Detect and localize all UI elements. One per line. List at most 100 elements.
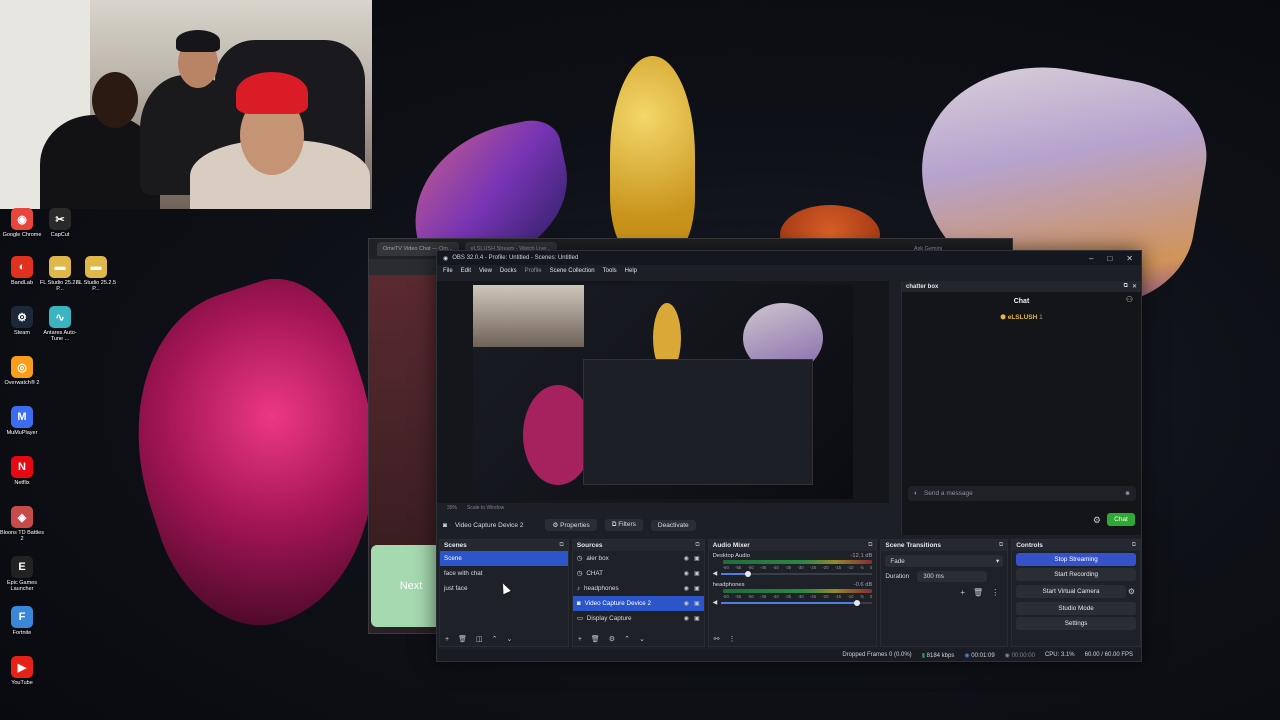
volume-track[interactable] — [721, 599, 873, 606]
move-down-icon[interactable]: ⌄ — [506, 635, 512, 643]
dock-float-icon[interactable]: ⧉ — [999, 542, 1003, 549]
overwatch-icon: ◎ — [11, 356, 33, 378]
close-icon[interactable]: ✕ — [1126, 254, 1133, 263]
dock-float-icon[interactable]: ⧉ — [1124, 283, 1128, 290]
menu-profile[interactable]: Profile — [525, 268, 542, 274]
preview-scale[interactable]: Scale to Window — [467, 505, 504, 511]
chat-points-icon[interactable]: ◐ — [914, 490, 918, 497]
menu-help[interactable]: Help — [625, 268, 637, 274]
source-item[interactable]: ◷ CHAT ◉ ▣ — [573, 566, 704, 581]
scene-item[interactable]: Scene — [440, 551, 568, 566]
maximize-icon[interactable]: □ — [1107, 254, 1112, 263]
chat-message-input[interactable]: ◐ Send a message ☻ — [908, 486, 1136, 501]
volume-slider[interactable]: ◀ — [709, 570, 877, 577]
transition-select[interactable]: Fade ▾ — [885, 555, 1004, 567]
add-icon[interactable]: + — [445, 636, 449, 643]
more-icon[interactable]: ⋮ — [991, 588, 999, 597]
bitrate-value: 8184 kbps — [926, 652, 955, 659]
eye-icon[interactable]: ◉ — [684, 555, 689, 562]
eye-icon[interactable]: ◉ — [684, 585, 689, 592]
dock-float-icon[interactable]: ⧉ — [695, 542, 699, 549]
move-down-icon[interactable]: ⌄ — [639, 635, 645, 643]
lock-icon[interactable]: ▣ — [694, 615, 700, 622]
source-item[interactable]: ♪ headphones ◉ ▣ — [573, 581, 704, 596]
more-icon[interactable]: ⋮ — [729, 635, 736, 643]
lock-icon[interactable]: ▣ — [694, 585, 700, 592]
move-up-icon[interactable]: ⌃ — [492, 635, 498, 643]
gear-icon[interactable]: ⚙ — [609, 635, 615, 643]
ometv-page — [369, 275, 439, 545]
scene-item[interactable]: face with chat — [440, 566, 568, 581]
desktop-shortcut[interactable]: ◈ Bloons TD Battles 2 — [0, 506, 44, 543]
sources-header: Sources ⧉ — [572, 540, 704, 551]
desktop-shortcut[interactable]: ▬ FL Studio 25.2.5 P... — [74, 256, 118, 293]
add-icon[interactable]: + — [578, 636, 582, 643]
trash-icon[interactable]: 🗑 — [458, 635, 467, 643]
minimize-icon[interactable]: – — [1089, 254, 1093, 263]
start-virtual-camera-button[interactable]: Start Virtual Camera — [1016, 585, 1126, 598]
eye-icon[interactable]: ◉ — [684, 570, 689, 577]
scene-transitions-dock: Scene Transitions ⧉ Fade ▾ Duration 300 … — [880, 539, 1009, 647]
stop-streaming-button[interactable]: Stop Streaming — [1016, 553, 1136, 566]
lock-icon[interactable]: ▣ — [694, 555, 700, 562]
desktop-shortcut[interactable]: ▶ YouTube — [0, 656, 44, 686]
eye-icon[interactable]: ◉ — [684, 600, 689, 607]
desktop-shortcut[interactable]: ∿ Antares Auto-Tune ... — [38, 306, 82, 343]
deactivate-button[interactable]: Deactivate — [650, 519, 696, 531]
dock-close-icon[interactable]: ✕ — [1132, 283, 1137, 290]
emoji-icon[interactable]: ☻ — [1124, 490, 1131, 497]
add-icon[interactable]: + — [960, 588, 965, 597]
volume-slider[interactable]: ◀ — [709, 599, 877, 606]
source-item[interactable]: ▭ Display Capture ◉ ▣ — [573, 611, 704, 626]
source-item[interactable]: ◷ aler box ◉ ▣ — [573, 551, 704, 566]
menu-tools[interactable]: Tools — [603, 268, 617, 274]
volume-track[interactable] — [721, 570, 873, 577]
filter-icon[interactable]: ◫ — [476, 635, 483, 643]
chat-username[interactable]: eLSLUSH — [1008, 314, 1038, 321]
menu-edit[interactable]: Edit — [461, 268, 471, 274]
chat-settings-icon[interactable]: ⚙ — [1093, 515, 1101, 526]
meter-tick: 0 — [869, 594, 873, 599]
menu-docks[interactable]: Docks — [500, 268, 517, 274]
desktop-shortcut[interactable]: N Netflix — [0, 456, 44, 486]
menu-view[interactable]: View — [479, 268, 492, 274]
meter-tick: -15 — [834, 594, 842, 599]
source-item[interactable]: ◙ Video Capture Device 2 ◉ ▣ — [572, 596, 704, 611]
eye-icon[interactable]: ◉ — [684, 615, 689, 622]
menu-scene-collection[interactable]: Scene Collection — [550, 268, 595, 274]
studio-mode-button[interactable]: Studio Mode — [1016, 602, 1136, 615]
speaker-icon[interactable]: ◀ — [713, 570, 718, 577]
desktop-shortcut[interactable]: E Epic Games Launcher — [0, 556, 44, 593]
dock-float-icon[interactable]: ⧉ — [868, 542, 872, 549]
volume-knob[interactable] — [854, 599, 861, 606]
chat-users-icon[interactable]: ⚇ — [1126, 295, 1133, 304]
chat-send-button[interactable]: Chat — [1107, 513, 1135, 526]
dock-float-icon[interactable]: ⧉ — [560, 542, 564, 549]
preview-area[interactable]: 39% Scale to Window — [437, 281, 889, 511]
source-controls: ◉ ▣ — [684, 570, 704, 577]
capcut-icon: ✂ — [49, 208, 71, 230]
bloons-icon: ◈ — [11, 506, 33, 528]
filters-button[interactable]: ⧉ Filters — [604, 519, 643, 531]
duration-input[interactable]: 300 ms — [917, 571, 988, 582]
menu-file[interactable]: File — [443, 268, 453, 274]
speaker-icon[interactable]: ◀ — [713, 599, 718, 606]
dock-float-icon[interactable]: ⧉ — [1132, 542, 1136, 549]
settings-button[interactable]: Settings — [1016, 617, 1136, 630]
link-icon[interactable]: ⚯ — [714, 635, 720, 643]
preview-canvas[interactable] — [473, 285, 853, 499]
start-recording-button[interactable]: Start Recording — [1016, 568, 1136, 581]
lock-icon[interactable]: ▣ — [694, 600, 700, 607]
move-up-icon[interactable]: ⌃ — [624, 635, 630, 643]
trash-icon[interactable]: 🗑 — [973, 588, 983, 597]
preview-zoom[interactable]: 39% — [447, 505, 457, 511]
properties-button[interactable]: ⚙ Properties — [545, 519, 597, 531]
desktop-shortcut[interactable]: ◎ Overwatch® 2 — [0, 356, 44, 386]
desktop-shortcut[interactable]: F Fortnite — [0, 606, 44, 636]
volume-knob[interactable] — [745, 570, 752, 577]
lock-icon[interactable]: ▣ — [694, 570, 700, 577]
trash-icon[interactable]: 🗑 — [591, 635, 600, 643]
desktop-shortcut[interactable]: M MuMuPlayer — [0, 406, 44, 436]
desktop-shortcut[interactable]: ✂ CapCut — [38, 208, 82, 238]
gear-icon[interactable]: ⚙ — [1128, 587, 1135, 596]
